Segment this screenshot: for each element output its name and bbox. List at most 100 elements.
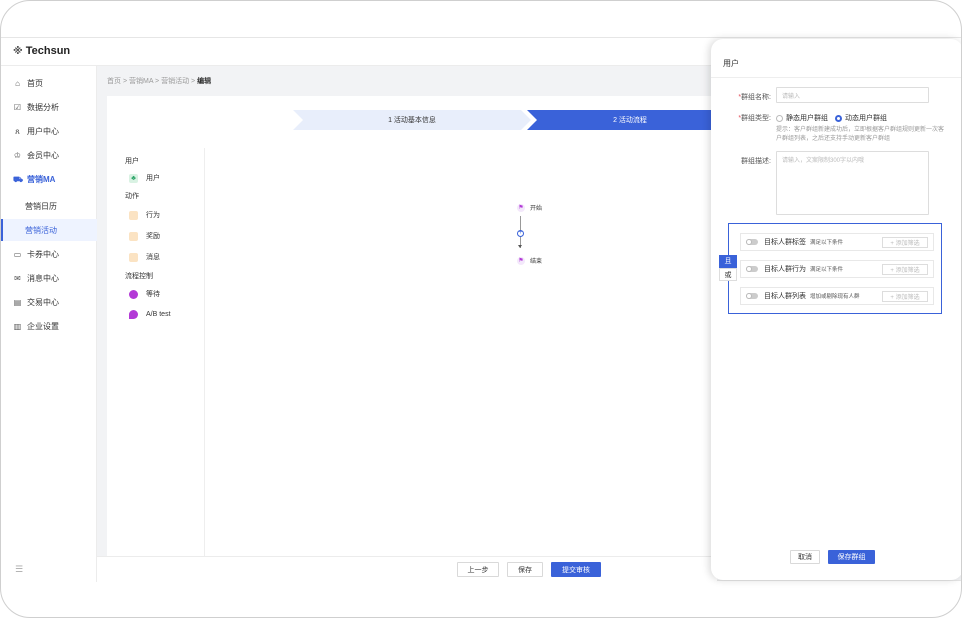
sidebar-item-home[interactable]: ⌂ 首页	[1, 72, 97, 94]
palette-item-label: A/B test	[146, 311, 171, 318]
arrow-down-icon	[518, 245, 522, 248]
brand-logo[interactable]: ※ Techsun	[13, 45, 70, 57]
condition-row-tags: 目标人群标签 满足以下条件 + 添加筛选	[740, 233, 934, 251]
breadcrumb-separator: >	[153, 78, 162, 85]
collapse-menu-icon[interactable]: ☰	[15, 564, 23, 575]
breadcrumb-marketing-activity[interactable]: 营销活动	[161, 78, 189, 85]
condition-row-behavior: 目标人群行为 满足以下条件 + 添加筛选	[740, 260, 934, 278]
crown-icon: ♔	[13, 150, 22, 160]
sidebar-item-label: 企业设置	[27, 321, 59, 331]
palette-item-user[interactable]: ♣ 用户	[129, 173, 160, 183]
user-group-icon: ♣	[129, 173, 138, 183]
condition-toggle[interactable]	[746, 293, 758, 299]
palette-item-label: 消息	[146, 254, 160, 261]
sidebar-item-marketing-calendar[interactable]: 营销日历	[1, 195, 97, 217]
step-label: 2 活动流程	[613, 117, 647, 124]
radio-dynamic-group[interactable]: 动态用户群组	[835, 113, 887, 123]
sidebar-item-label: 卡券中心	[27, 249, 59, 259]
building-icon: ▥	[13, 321, 22, 331]
palette-group-user: 用户	[125, 158, 139, 165]
sidebar-item-label: 营销日历	[25, 201, 57, 211]
sidebar-item-label: 交易中心	[27, 297, 59, 307]
radio-label: 动态用户群组	[845, 115, 887, 122]
step-indicator: 1 活动基本信息 2 活动流程	[293, 110, 733, 130]
drawer-title: 用户	[723, 59, 739, 68]
condition-name: 目标人群列表	[764, 293, 806, 300]
palette-item-wait[interactable]: 等待	[129, 289, 160, 299]
step-flow[interactable]: 2 活动流程	[527, 110, 733, 130]
footer-action-bar: 上一步 保存 提交审核	[97, 556, 717, 582]
logo-icon: ※	[13, 45, 23, 57]
palette-item-message[interactable]: 消息	[129, 252, 160, 262]
add-node-icon[interactable]: +	[517, 230, 524, 237]
sidebar-item-label: 首页	[27, 78, 43, 88]
group-desc-textarea[interactable]: 请输入，文案限制300字以内哦	[776, 151, 929, 215]
behavior-icon	[129, 210, 138, 220]
save-button[interactable]: 保存	[507, 562, 543, 577]
device-frame: ※ Techsun ⌂ 首页 ☑ 数据分析 ጸ 用户中心 ♔ 会员中心 ⛟ 营销…	[0, 0, 962, 618]
radio-label: 静态用户群组	[786, 115, 828, 122]
submit-review-button[interactable]: 提交审核	[551, 562, 601, 577]
split-icon	[129, 310, 138, 319]
group-type-hint: 提示：客户群组新建成功后，立即根据客户群组规则更新一次客户群组列表，之后还支持手…	[776, 127, 945, 142]
condition-name: 目标人群标签	[764, 239, 806, 246]
label-text: 群组名称:	[741, 94, 771, 101]
flag-icon: ⚑	[517, 203, 525, 212]
palette-item-label: 奖励	[146, 233, 160, 240]
card-icon: ▤	[13, 297, 22, 307]
palette-item-reward[interactable]: 奖励	[129, 231, 160, 241]
logic-and-button[interactable]: 且	[719, 255, 737, 268]
radio-static-group[interactable]: 静态用户群组	[776, 113, 828, 123]
condition-toggle[interactable]	[746, 239, 758, 245]
cart-icon: ⛟	[13, 174, 24, 184]
group-type-label: *群组类型:	[711, 113, 771, 123]
condition-toggle[interactable]	[746, 266, 758, 272]
breadcrumb-current: 编辑	[197, 78, 212, 85]
sidebar-item-marketing-ma[interactable]: ⛟ 营销MA	[1, 168, 97, 190]
sidebar-item-users[interactable]: ጸ 用户中心	[1, 120, 97, 142]
prev-step-button[interactable]: 上一步	[457, 562, 499, 577]
breadcrumb-separator: >	[121, 78, 129, 85]
radio-off-icon	[776, 114, 783, 122]
flow-node-start[interactable]: ⚑ 开始	[517, 203, 542, 212]
add-filter-button[interactable]: + 添加筛选	[882, 291, 928, 302]
palette-item-behavior[interactable]: 行为	[129, 210, 160, 220]
palette-item-label: 行为	[146, 212, 160, 219]
group-desc-label: 群组描述:	[711, 156, 771, 166]
sidebar-item-label: 营销活动	[25, 225, 57, 235]
add-filter-button[interactable]: + 添加筛选	[882, 264, 928, 275]
breadcrumb-marketing-ma[interactable]: 营销MA	[129, 78, 153, 85]
sidebar-item-analytics[interactable]: ☑ 数据分析	[1, 96, 97, 118]
sidebar-item-enterprise[interactable]: ▥ 企业设置	[1, 315, 97, 337]
sidebar-item-messages[interactable]: ✉ 消息中心	[1, 267, 97, 289]
step-label: 1 活动基本信息	[388, 117, 436, 124]
step-basic-info[interactable]: 1 活动基本信息	[293, 110, 531, 130]
sidebar-item-coupons[interactable]: ▭ 卡券中心	[1, 243, 97, 265]
radio-on-icon	[835, 114, 842, 122]
users-icon: ጸ	[15, 126, 20, 136]
cancel-button[interactable]: 取消	[790, 550, 820, 564]
main-content: 1 活动基本信息 2 活动流程 用户 ♣ 用户 动作 行为 奖励 消息 流程控制…	[107, 96, 733, 556]
clock-icon	[129, 289, 138, 299]
breadcrumb-home[interactable]: 首页	[107, 78, 121, 85]
palette-group-action: 动作	[125, 193, 139, 200]
ticket-icon: ▭	[13, 249, 22, 259]
flow-node-end[interactable]: ⚑ 结束	[517, 256, 542, 265]
condition-desc: 增加或剔除现有人群	[810, 294, 860, 300]
label-text: 群组类型:	[741, 115, 771, 122]
sidebar-item-transactions[interactable]: ▤ 交易中心	[1, 291, 97, 313]
group-name-input[interactable]: 请输入	[776, 87, 929, 103]
logic-or-button[interactable]: 或	[719, 268, 737, 281]
palette-item-abtest[interactable]: A/B test	[129, 310, 171, 319]
sidebar-item-marketing-activity[interactable]: 营销活动	[1, 219, 97, 241]
flow-node-label: 结束	[530, 259, 543, 265]
save-group-button[interactable]: 保存群组	[828, 550, 875, 564]
brand-name: Techsun	[25, 45, 71, 57]
add-filter-button[interactable]: + 添加筛选	[882, 237, 928, 248]
sidebar-item-members[interactable]: ♔ 会员中心	[1, 144, 97, 166]
mail-icon: ✉	[14, 273, 21, 283]
label-text: 群组描述:	[741, 158, 771, 165]
condition-desc: 满足以下条件	[810, 267, 844, 273]
palette-item-label: 用户	[146, 175, 160, 182]
sidebar: ⌂ 首页 ☑ 数据分析 ጸ 用户中心 ♔ 会员中心 ⛟ 营销MA 营销日历 营销…	[1, 66, 97, 582]
